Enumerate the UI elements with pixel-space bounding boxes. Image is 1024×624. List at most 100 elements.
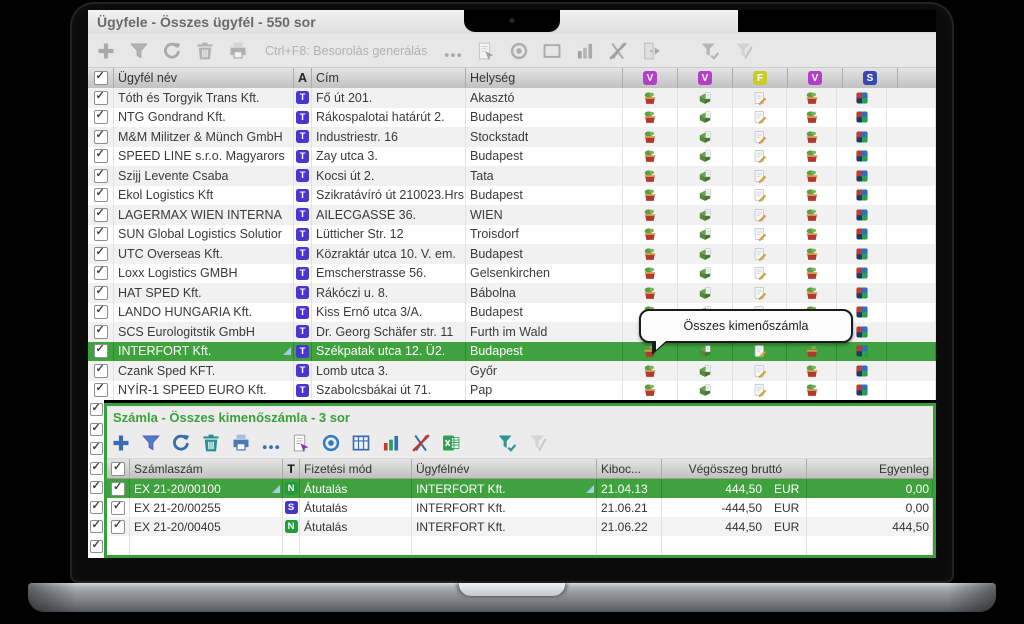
outgoing-invoice-cell[interactable] (623, 225, 678, 245)
invoice-row[interactable]: EX 21-20/00100 N Átutalás INTERFORT Kft.… (107, 479, 933, 498)
print-icon[interactable] (231, 433, 251, 453)
outgoing-invoice-cell[interactable] (623, 342, 678, 362)
no-cut-icon[interactable] (411, 433, 431, 453)
delivery-box-cell[interactable] (678, 283, 733, 303)
statistics-cell[interactable] (837, 147, 887, 167)
outgoing-invoice-cell[interactable] (623, 186, 678, 206)
outgoing-invoice-cell[interactable] (623, 381, 678, 401)
note-edit-cell[interactable] (733, 264, 787, 284)
window-icon[interactable] (542, 41, 562, 61)
select-all-checkbox-cell[interactable] (107, 459, 130, 478)
column-header-balance[interactable]: Egyenleg (807, 459, 933, 478)
incoming-invoice-cell[interactable] (787, 147, 837, 167)
statistics-cell[interactable] (837, 108, 887, 128)
incoming-invoice-cell[interactable] (787, 186, 837, 206)
column-header-invoice-number[interactable]: Számlaszám (130, 459, 283, 478)
row-checkbox[interactable] (111, 520, 125, 534)
invoice-row[interactable]: EX 21-20/00405 N Átutalás INTERFORT Kft.… (107, 517, 933, 536)
row-checkbox[interactable] (94, 130, 108, 144)
delivery-box-cell[interactable] (678, 361, 733, 381)
outgoing-invoice-cell[interactable] (623, 264, 678, 284)
column-header-type[interactable]: A (294, 68, 312, 88)
column-header-issued[interactable]: Kiboc... (597, 459, 662, 478)
incoming-invoice-cell[interactable] (787, 381, 837, 401)
delete-icon[interactable] (195, 41, 215, 61)
outgoing-invoice-cell[interactable] (623, 361, 678, 381)
outgoing-invoice-cell[interactable] (623, 88, 678, 108)
incoming-invoice-cell[interactable] (787, 225, 837, 245)
incoming-invoice-cell[interactable] (787, 88, 837, 108)
statistics-cell[interactable] (837, 283, 887, 303)
more-icon[interactable] (443, 41, 463, 61)
delivery-box-cell[interactable] (678, 108, 733, 128)
customer-row[interactable]: HAT SPED Kft. T Rákóczi u. 8. Bábolna (88, 283, 936, 303)
customer-row[interactable]: NTG Gondrand Kft. T Rákospalotai határút… (88, 108, 936, 128)
customer-row[interactable]: NYÍR-1 SPEED EURO Kft. T Szabolcsbákai ú… (88, 381, 936, 401)
incoming-invoice-cell[interactable] (787, 283, 837, 303)
row-checkbox[interactable] (90, 481, 103, 494)
report-icon[interactable] (291, 433, 311, 453)
row-checkbox[interactable] (94, 286, 108, 300)
delivery-box-cell[interactable] (678, 342, 733, 362)
row-checkbox[interactable] (94, 364, 108, 378)
note-edit-cell[interactable] (733, 244, 787, 264)
note-edit-cell[interactable] (733, 127, 787, 147)
row-checkbox[interactable] (111, 482, 125, 496)
row-checkbox[interactable] (94, 208, 108, 222)
row-checkbox[interactable] (90, 462, 103, 475)
note-edit-cell[interactable] (733, 361, 787, 381)
outgoing-invoice-cell[interactable] (623, 205, 678, 225)
customer-row[interactable]: UTC Overseas Kft. T Közraktár utca 10. V… (88, 244, 936, 264)
note-edit-cell[interactable] (733, 342, 787, 362)
flag-column-v2[interactable]: V (678, 68, 733, 88)
note-edit-cell[interactable] (733, 88, 787, 108)
row-checkbox[interactable] (94, 169, 108, 183)
statistics-cell[interactable] (837, 205, 887, 225)
note-edit-cell[interactable] (733, 381, 787, 401)
select-all-checkbox[interactable] (111, 462, 125, 476)
flag-column-s[interactable]: S (843, 68, 898, 88)
delivery-box-cell[interactable] (678, 147, 733, 167)
chart-icon[interactable] (381, 433, 401, 453)
row-checkbox[interactable] (94, 305, 108, 319)
column-header-gross[interactable]: Végösszeg bruttó (662, 459, 807, 478)
add-invoice-icon[interactable] (111, 433, 131, 453)
row-checkbox[interactable] (94, 91, 108, 105)
chart-icon[interactable] (575, 41, 595, 61)
delivery-box-cell[interactable] (678, 88, 733, 108)
filter-clear-icon[interactable] (733, 41, 753, 61)
delete-icon[interactable] (201, 433, 221, 453)
row-checkbox[interactable] (111, 501, 125, 515)
statistics-cell[interactable] (837, 381, 887, 401)
filter-apply-icon[interactable] (700, 41, 720, 61)
note-edit-cell[interactable] (733, 283, 787, 303)
row-checkbox[interactable] (90, 520, 103, 533)
row-checkbox[interactable] (94, 149, 108, 163)
statistics-cell[interactable] (837, 225, 887, 245)
customer-row[interactable]: LAGERMAX WIEN INTERNA T AILECGASSE 36. W… (88, 205, 936, 225)
row-checkbox[interactable] (94, 247, 108, 261)
incoming-invoice-cell[interactable] (787, 127, 837, 147)
customer-row[interactable]: INTERFORT Kft. T Székpatak utca 12. Ü2. … (88, 342, 936, 362)
incoming-invoice-cell[interactable] (787, 244, 837, 264)
refresh-icon[interactable] (162, 41, 182, 61)
note-edit-cell[interactable] (733, 186, 787, 206)
outgoing-invoice-cell[interactable] (623, 108, 678, 128)
statistics-cell[interactable] (837, 127, 887, 147)
outgoing-invoice-cell[interactable] (623, 244, 678, 264)
statistics-cell[interactable] (837, 361, 887, 381)
filter-icon[interactable] (129, 41, 149, 61)
statistics-cell[interactable] (837, 244, 887, 264)
flag-column-f[interactable]: F (733, 68, 788, 88)
row-checkbox[interactable] (94, 227, 108, 241)
note-edit-cell[interactable] (733, 225, 787, 245)
flag-column-v3[interactable]: V (788, 68, 843, 88)
note-edit-cell[interactable] (733, 205, 787, 225)
statistics-cell[interactable] (837, 88, 887, 108)
filter-icon[interactable] (141, 433, 161, 453)
delivery-box-cell[interactable] (678, 244, 733, 264)
outgoing-invoice-cell[interactable] (623, 166, 678, 186)
column-header-payment[interactable]: Fizetési mód (300, 459, 412, 478)
customer-row[interactable]: Tóth és Torgyik Trans Kft. T Fő út 201. … (88, 88, 936, 108)
select-all-checkbox-cell[interactable] (88, 68, 114, 88)
